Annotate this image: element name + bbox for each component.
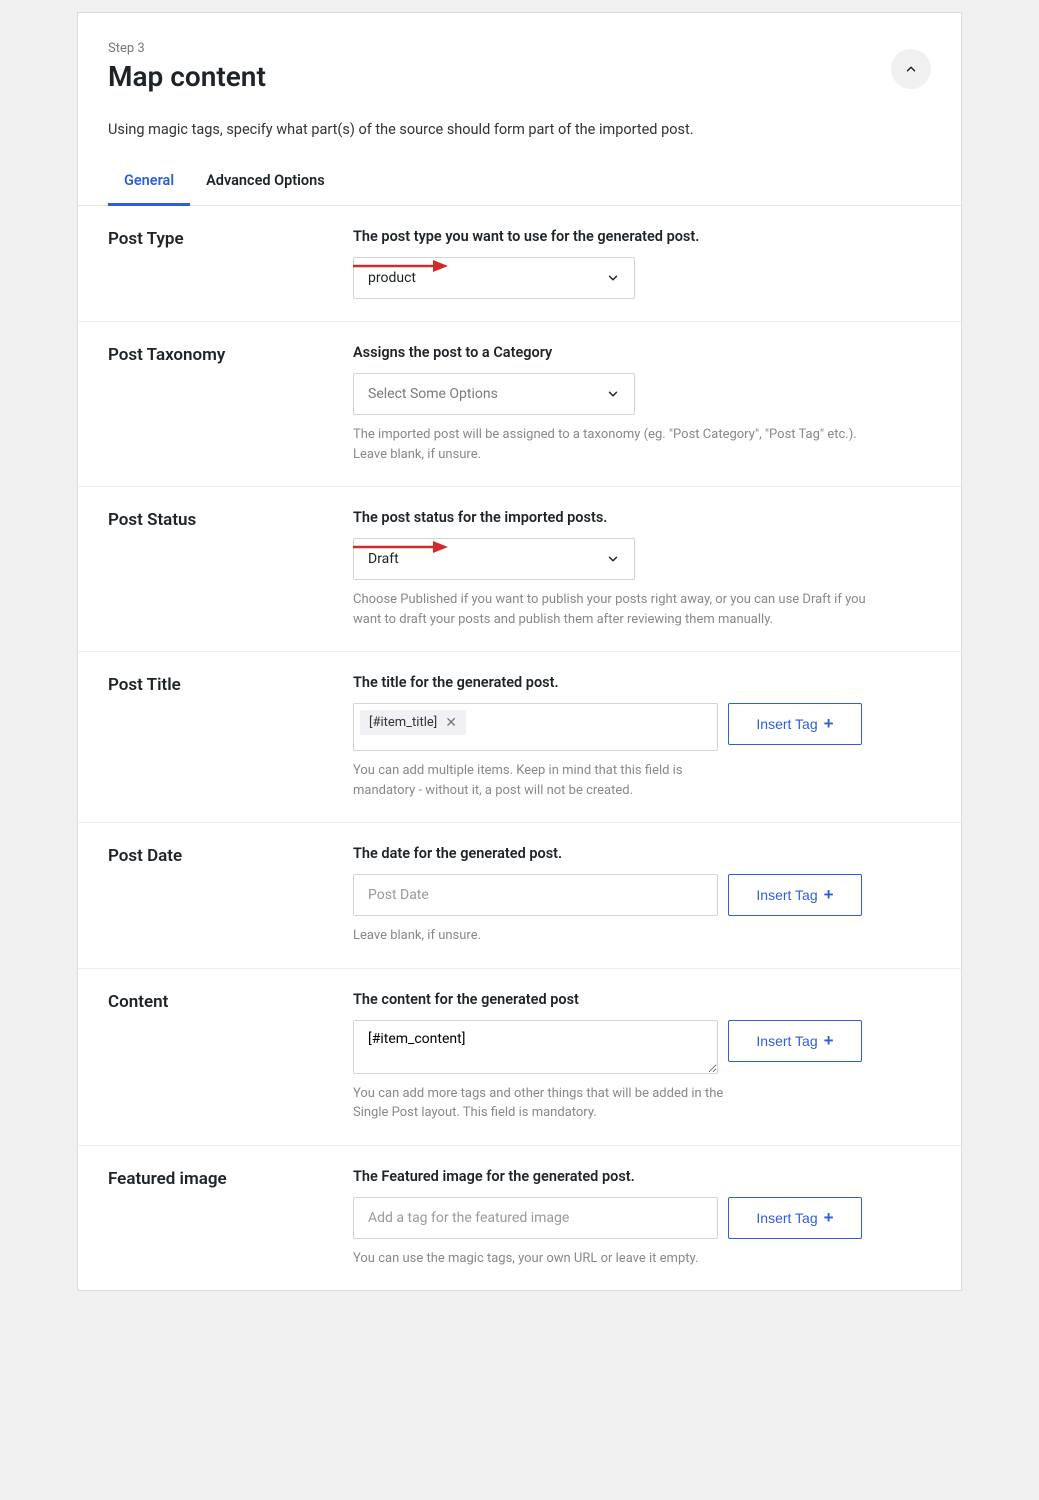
chevron-up-icon <box>904 62 918 76</box>
label-post-taxonomy: Post Taxonomy <box>108 344 353 464</box>
chevron-down-icon <box>606 552 620 566</box>
insert-tag-button[interactable]: Insert Tag + <box>728 1197 862 1239</box>
help-post-taxonomy: The imported post will be assigned to a … <box>353 425 873 464</box>
label-featured-image: Featured image <box>108 1168 353 1269</box>
panel-header: Step 3 Map content <box>78 13 961 111</box>
label-content: Content <box>108 991 353 1123</box>
help-post-date: Leave blank, if unsure. <box>353 926 873 946</box>
select-post-taxonomy[interactable]: Select Some Options <box>353 373 635 415</box>
remove-tag-icon[interactable]: ✕ <box>445 716 457 730</box>
insert-tag-button[interactable]: Insert Tag + <box>728 874 862 916</box>
field-post-type: Post Type The post type you want to use … <box>78 206 961 322</box>
tag-chip: [#item_title] ✕ <box>360 710 466 735</box>
insert-tag-button[interactable]: Insert Tag + <box>728 703 862 745</box>
chevron-down-icon <box>606 387 620 401</box>
intro-text: Using magic tags, specify what part(s) o… <box>78 111 961 160</box>
field-content: Content The content for the generated po… <box>78 969 961 1146</box>
field-post-title: Post Title The title for the generated p… <box>78 652 961 823</box>
label-post-title: Post Title <box>108 674 353 800</box>
tab-advanced[interactable]: Advanced Options <box>190 160 341 206</box>
field-post-status: Post Status The post status for the impo… <box>78 487 961 652</box>
heading-post-type: The post type you want to use for the ge… <box>353 228 931 245</box>
help-post-title: You can add multiple items. Keep in mind… <box>353 761 693 800</box>
plus-icon: + <box>824 1031 834 1051</box>
plus-icon: + <box>824 1208 834 1228</box>
panel-title: Map content <box>108 60 931 93</box>
tab-general[interactable]: General <box>108 160 190 206</box>
input-post-date[interactable] <box>353 874 718 916</box>
select-post-taxonomy-placeholder: Select Some Options <box>368 386 498 402</box>
select-post-type[interactable]: product <box>353 257 635 299</box>
heading-post-date: The date for the generated post. <box>353 845 931 862</box>
heading-featured-image: The Featured image for the generated pos… <box>353 1168 931 1185</box>
input-content[interactable] <box>353 1020 718 1074</box>
input-featured-image[interactable] <box>353 1197 718 1239</box>
tag-chip-label: [#item_title] <box>369 715 437 730</box>
help-featured-image: You can use the magic tags, your own URL… <box>353 1249 873 1269</box>
select-post-type-value: product <box>368 270 416 286</box>
collapse-button[interactable] <box>891 49 931 89</box>
label-post-date: Post Date <box>108 845 353 946</box>
label-post-type: Post Type <box>108 228 353 299</box>
step-label: Step 3 <box>108 41 931 56</box>
field-featured-image: Featured image The Featured image for th… <box>78 1146 961 1291</box>
select-post-status[interactable]: Draft <box>353 538 635 580</box>
field-post-taxonomy: Post Taxonomy Assigns the post to a Cate… <box>78 322 961 487</box>
label-post-status: Post Status <box>108 509 353 629</box>
heading-post-taxonomy: Assigns the post to a Category <box>353 344 931 361</box>
plus-icon: + <box>824 885 834 905</box>
help-content: You can add more tags and other things t… <box>353 1084 743 1123</box>
field-post-date: Post Date The date for the generated pos… <box>78 823 961 969</box>
chevron-down-icon <box>606 271 620 285</box>
insert-tag-button[interactable]: Insert Tag + <box>728 1020 862 1062</box>
heading-post-status: The post status for the imported posts. <box>353 509 931 526</box>
input-post-title[interactable]: [#item_title] ✕ <box>353 703 718 751</box>
select-post-status-value: Draft <box>368 551 399 567</box>
map-content-panel: Step 3 Map content Using magic tags, spe… <box>77 12 962 1291</box>
heading-content: The content for the generated post <box>353 991 931 1008</box>
help-post-status: Choose Published if you want to publish … <box>353 590 873 629</box>
tabs: General Advanced Options <box>78 160 961 206</box>
plus-icon: + <box>824 714 834 734</box>
heading-post-title: The title for the generated post. <box>353 674 931 691</box>
